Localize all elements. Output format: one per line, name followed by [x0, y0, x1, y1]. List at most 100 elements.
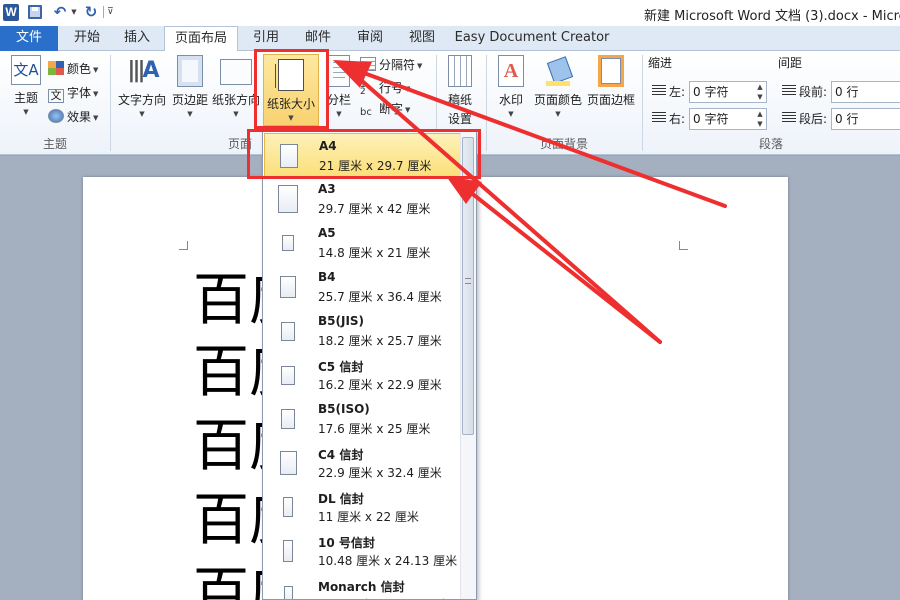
paper-size-item[interactable]: C5 信封 16.2 厘米 x 22.9 厘米 [264, 353, 461, 397]
theme-effects-icon [48, 109, 64, 123]
undo-dropdown-icon[interactable]: ▼ [69, 4, 79, 21]
customize-quick-access-icon[interactable]: ⊽ [107, 4, 117, 21]
theme-colors-icon [48, 61, 64, 75]
tab-review[interactable]: 审阅 [348, 26, 392, 51]
page-size-icon [279, 451, 297, 475]
indent-right-label: 右: [652, 108, 685, 130]
paper-size-name: Monarch 信封 [318, 580, 405, 594]
breaks-button[interactable]: 分隔符 ▼ [360, 56, 422, 74]
page-borders-label: 页面边框 [586, 93, 635, 107]
indent-left-value: 0 字符 [693, 85, 729, 99]
dropdown-scrollbar[interactable] [460, 132, 476, 599]
highlight-box-a4 [247, 129, 481, 179]
indent-right-value: 0 字符 [693, 112, 729, 126]
tab-easy-document-creator[interactable]: Easy Document Creator [452, 26, 612, 51]
theme-effects-label: 效果 [67, 110, 92, 124]
page-color-button[interactable]: 页面颜色 ▼ [533, 55, 583, 118]
spacing-title: 间距 [778, 56, 803, 70]
hyphenation-label: 断字 [379, 102, 404, 116]
window-title: 新建 Microsoft Word 文档 (3).docx - Micros [644, 9, 900, 24]
paper-size-item[interactable]: DL 信封 11 厘米 x 22 厘米 [264, 485, 461, 529]
page-size-icon [281, 365, 295, 385]
tab-mailings[interactable]: 邮件 [296, 26, 340, 51]
chevron-down-icon: ▼ [187, 110, 193, 118]
indent-right-field[interactable]: 0 字符 ▲ ▼ [689, 108, 767, 130]
spacing-after-value: 0 行 [835, 112, 859, 126]
indent-left-field[interactable]: 0 字符 ▲ ▼ [689, 81, 767, 103]
draft-paper-button[interactable]: 稿纸 设置 [442, 55, 478, 127]
chevron-down-icon: ▼ [508, 110, 514, 118]
theme-fonts-button[interactable]: 文字体 ▼ [48, 84, 98, 103]
word-app-icon[interactable]: W [3, 4, 19, 21]
chevron-down-icon: ▼ [233, 110, 239, 118]
paper-size-name: B5(JIS) [318, 314, 365, 328]
tab-insert[interactable]: 插入 [114, 26, 160, 51]
theme-fonts-label: 字体 [67, 86, 92, 100]
themes-group-label: 主题 [42, 137, 67, 151]
title-bar: W ↶ ▼ ↻ ⊽ 新建 Microsoft Word 文档 (3).docx … [0, 0, 900, 26]
page-borders-button[interactable]: 页面边框 [586, 55, 636, 108]
hyphenation-button[interactable]: bc 断字 ▼ [360, 100, 410, 118]
paper-size-dimensions: 14.8 厘米 x 21 厘米 [318, 246, 431, 260]
paper-size-dimensions: 17.6 厘米 x 25 厘米 [318, 422, 431, 436]
tab-file[interactable]: 文件 [0, 26, 58, 51]
watermark-label: 水印 [498, 93, 523, 107]
text-direction-button[interactable]: |||A 文字方向 ▼ [116, 55, 168, 118]
page-size-icon [281, 321, 295, 341]
watermark-icon: A [498, 55, 524, 87]
page-size-icon [283, 497, 293, 517]
paper-size-name: A5 [318, 226, 336, 240]
paper-size-dimensions: 25.7 厘米 x 36.4 厘米 [318, 290, 442, 304]
draft-paper-label-2: 设置 [447, 112, 472, 126]
paper-size-item[interactable]: B4 25.7 厘米 x 36.4 厘米 [264, 265, 461, 309]
themes-icon: 文A [11, 55, 41, 85]
paper-size-dimensions: 18.2 厘米 x 25.7 厘米 [318, 334, 442, 348]
line-numbers-icon: 12 [360, 80, 366, 97]
watermark-button[interactable]: A 水印 ▼ [494, 55, 528, 118]
paper-size-item[interactable]: 10 号信封 10.48 厘米 x 24.13 厘米 [264, 529, 461, 573]
tab-view[interactable]: 视图 [400, 26, 444, 51]
page-size-icon [278, 185, 298, 213]
theme-colors-button[interactable]: 颜色 ▼ [48, 60, 98, 78]
paper-size-item[interactable]: B5(JIS) 18.2 厘米 x 25.7 厘米 [264, 309, 461, 353]
paper-size-item[interactable]: C4 信封 22.9 厘米 x 32.4 厘米 [264, 441, 461, 485]
paper-size-item[interactable]: Monarch 信封 9.84 厘米 x 19.05 厘米 [264, 573, 461, 599]
paper-size-name: DL 信封 [318, 492, 364, 506]
spacing-after-field[interactable]: 0 行 [831, 108, 900, 130]
paper-size-item[interactable]: A5 14.8 厘米 x 21 厘米 [264, 221, 461, 265]
tab-page-layout[interactable]: 页面布局 [164, 26, 238, 52]
orientation-label: 纸张方向 [212, 93, 261, 107]
paper-size-dimensions: 22.9 厘米 x 32.4 厘米 [318, 466, 442, 480]
draft-paper-icon [448, 55, 472, 87]
paper-size-name: B4 [318, 270, 336, 284]
spinner-arrows[interactable]: ▲ ▼ [754, 109, 766, 129]
spinner-arrows[interactable]: ▲ ▼ [754, 82, 766, 102]
group-separator [110, 55, 111, 151]
theme-fonts-icon: 文 [48, 89, 64, 103]
theme-effects-button[interactable]: 效果 ▼ [48, 108, 98, 126]
page-size-icon [280, 276, 296, 298]
spacing-after-icon [782, 112, 796, 124]
line-numbers-button[interactable]: 1 2 行号 ▼ [360, 79, 410, 97]
tab-home[interactable]: 开始 [62, 26, 112, 51]
page-background-group-label: 页面背景 [539, 137, 588, 151]
redo-icon[interactable]: ↻ [82, 4, 100, 21]
save-icon[interactable] [28, 5, 42, 19]
indent-left-icon [652, 85, 666, 97]
page-size-icon [283, 586, 293, 599]
spacing-before-icon [782, 85, 796, 97]
draft-paper-label-1: 稿纸 [447, 93, 472, 107]
margins-icon [177, 55, 203, 87]
paper-size-item[interactable]: B5(ISO) 17.6 厘米 x 25 厘米 [264, 397, 461, 441]
page-color-label: 页面颜色 [533, 93, 582, 107]
spacing-before-field[interactable]: 0 行 [831, 81, 900, 103]
undo-icon[interactable]: ↶ [50, 4, 70, 21]
paper-size-item[interactable]: A3 29.7 厘米 x 42 厘米 [264, 177, 461, 221]
themes-button[interactable]: 文A 主题 ▼ [6, 55, 46, 116]
orientation-button[interactable]: 纸张方向 ▼ [212, 55, 260, 118]
scrollbar-thumb[interactable] [462, 137, 474, 435]
page-borders-icon [598, 55, 624, 87]
chevron-down-icon: ▼ [23, 108, 29, 116]
margins-button[interactable]: 页边距 ▼ [170, 55, 210, 118]
tab-references[interactable]: 引用 [244, 26, 288, 51]
